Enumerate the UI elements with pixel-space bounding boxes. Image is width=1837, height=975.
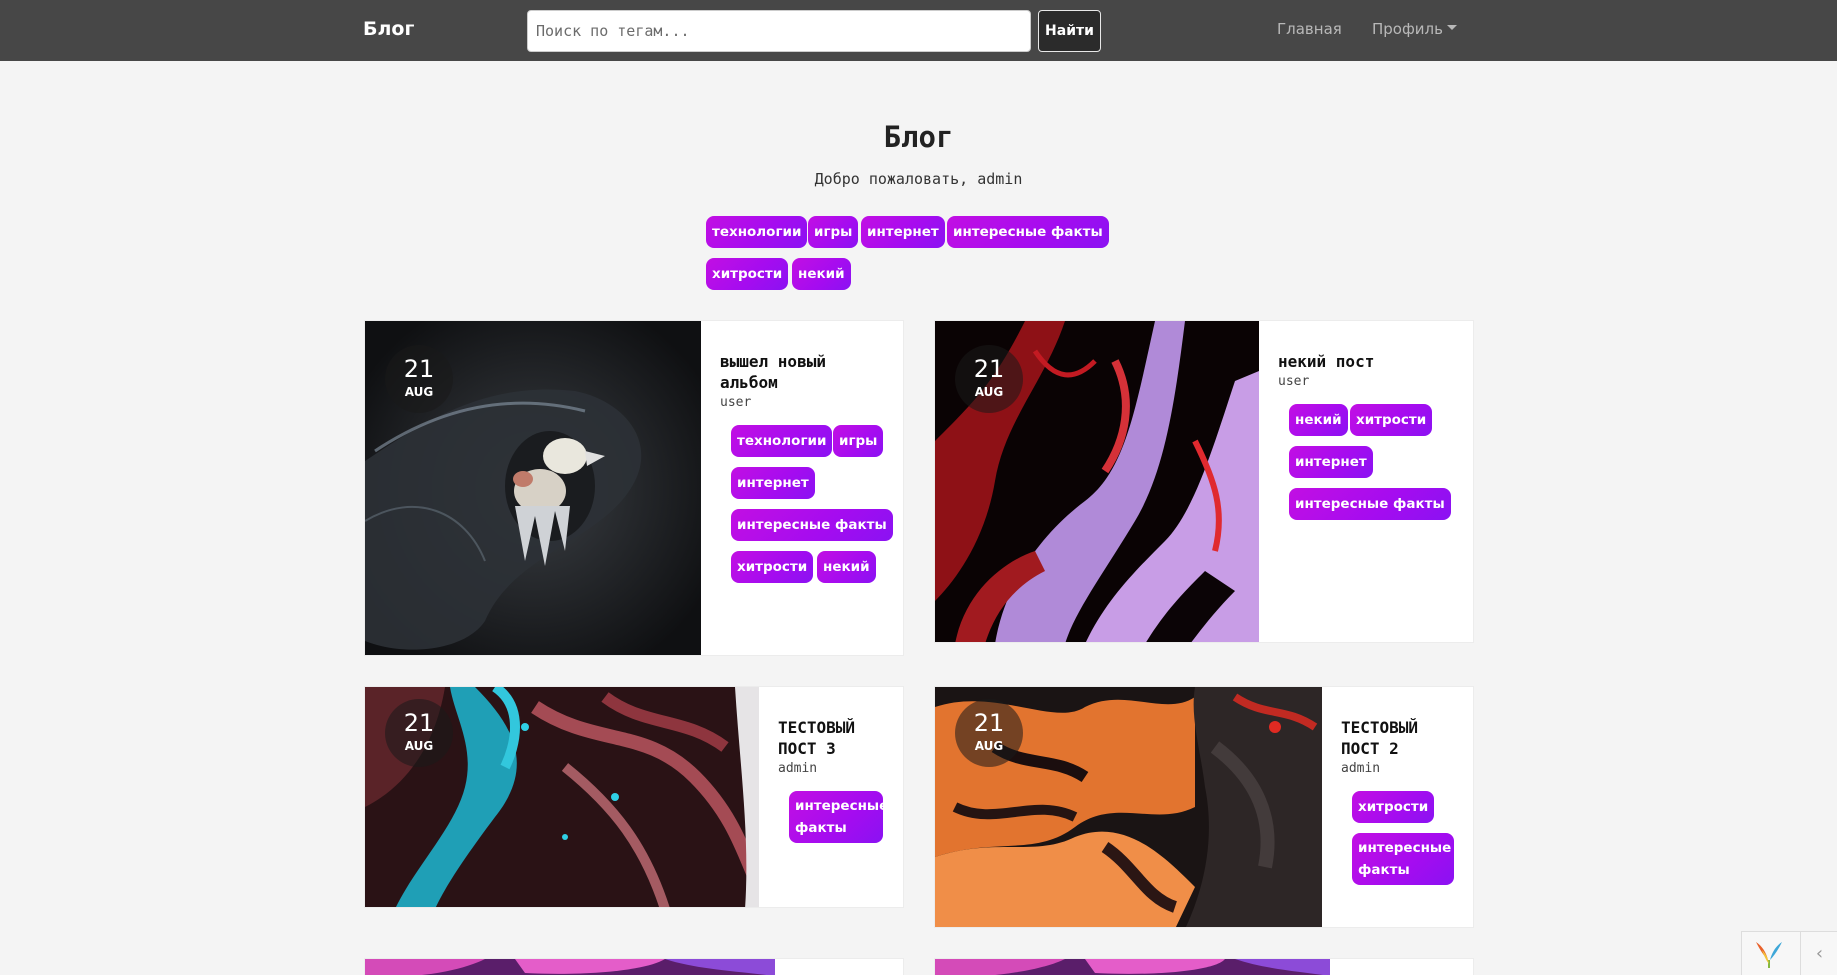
post-tag[interactable]: некий [1289,404,1348,436]
tag-filter[interactable]: интересные факты [947,216,1109,248]
post-tag[interactable]: некий [817,551,876,583]
date-day: 21 [973,355,1005,383]
post-title[interactable]: некий пост [1278,351,1448,372]
date-badge: 21 AUG [955,699,1023,767]
post-card[interactable] [364,958,904,975]
post-image[interactable] [935,959,1330,975]
post-tag[interactable]: интернет [1289,446,1373,478]
chevron-left-icon[interactable]: ‹ [1800,932,1837,975]
date-month: AUG [974,739,1004,753]
post-author: admin [1341,761,1381,776]
date-day: 21 [403,355,435,383]
date-badge: 21 AUG [385,345,453,413]
post-title[interactable]: ТЕСТОВЫЙ ПОСТ 3 [778,717,888,759]
date-month: AUG [404,385,434,399]
post-tag[interactable]: игры [833,425,884,457]
date-month: AUG [404,739,434,753]
post-tag[interactable]: интересные факты [789,791,888,843]
date-day: 21 [973,709,1005,737]
tag-filter[interactable]: некий [792,258,851,290]
post-card[interactable]: 21 AUG ТЕСТОВЫЙ ПОСТ 2 admin хитрости ин… [934,686,1474,928]
post-author: user [1278,374,1310,389]
post-author: admin [778,761,818,776]
welcome-text: Добро пожаловать, admin [814,170,1023,188]
date-badge: 21 AUG [955,345,1023,413]
post-tag[interactable]: интересные факты [1352,833,1454,885]
yii-logo-icon[interactable] [1752,938,1786,970]
post-card[interactable] [934,958,1474,975]
tag-filter[interactable]: технологии [706,216,808,248]
post-tag[interactable]: интересные факты [731,509,893,541]
post-tag[interactable]: технологии [731,425,833,457]
post-card[interactable]: 21 AUG ТЕСТОВЫЙ ПОСТ 3 admin интересные … [364,686,904,908]
date-month: AUG [974,385,1004,399]
nav-home-link[interactable]: Главная [1277,20,1342,38]
post-tag[interactable]: хитрости [731,551,814,583]
post-title[interactable]: ТЕСТОВЫЙ ПОСТ 2 [1341,717,1451,759]
post-title[interactable]: вышел новый альбом [720,351,870,393]
post-tag[interactable]: хитрости [1352,791,1435,823]
nav-profile-dropdown[interactable]: Профиль [1372,20,1443,38]
post-tag[interactable]: интересные факты [1289,488,1451,520]
debug-toolbar[interactable]: ‹ [1741,931,1837,975]
caret-down-icon[interactable] [1447,25,1457,30]
post-tag[interactable]: хитрости [1350,404,1433,436]
search-button[interactable]: Найти [1038,10,1101,52]
page-title: Блог [883,120,954,154]
post-card[interactable]: 21 AUG некий пост user некий хитрости ин… [934,320,1474,643]
tag-filter[interactable]: хитрости [706,258,789,290]
post-image[interactable] [365,959,775,975]
brand-link[interactable]: Блог [363,18,414,40]
tag-filter[interactable]: игры [808,216,859,248]
post-author: user [720,395,752,410]
top-navbar: Блог Найти Главная Профиль [0,0,1837,61]
tag-filter[interactable]: интернет [861,216,945,248]
date-day: 21 [403,709,435,737]
post-tag[interactable]: интернет [731,467,815,499]
post-card[interactable]: 21 AUG вышел новый альбом user технологи… [364,320,904,656]
date-badge: 21 AUG [385,699,453,767]
tag-search-input[interactable] [527,10,1031,52]
